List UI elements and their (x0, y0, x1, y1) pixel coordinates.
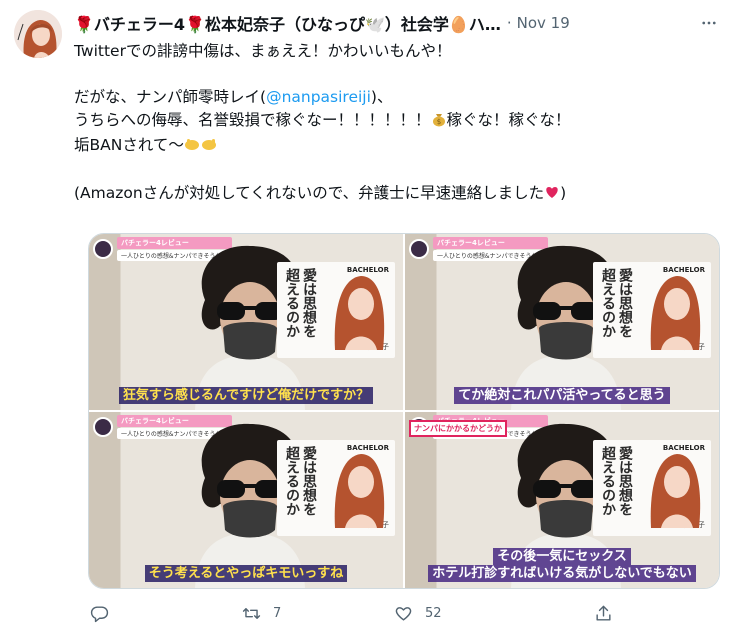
subtitle-text-3: そう考えるとやっぱキモいっすね (144, 565, 348, 582)
panel-title: 愛は思想を超えるのか (600, 268, 633, 338)
retweet-count: 7 (273, 605, 282, 621)
tweet-line-3b: 稼ぐな！稼ぐな！ (446, 111, 571, 129)
panel-title: 愛は思想を超えるのか (284, 446, 317, 516)
tweet-line-3a: うちらへの侮辱、名誉毀損で稼ぐなー！！！！！！ (74, 111, 431, 129)
reply-icon (90, 605, 109, 622)
tweet-line-1: Twitterでの誹謗中傷は、まぁええ！かわいいもんや！ (74, 42, 452, 60)
tweet-line-4: 垢BANされて〜 (74, 136, 184, 154)
tweet-header: 🌹バチェラー4🌹松本妃奈子（ひなっぴ🕊️）社会学🥚ハ… · Nov 19 (74, 10, 724, 36)
woman-photo (650, 454, 701, 528)
tweet-date[interactable]: Nov 19 (517, 14, 570, 32)
tweet-line-2a: だがな、ナンパ師零時レイ( (74, 88, 267, 106)
action-bar: 7 52 (74, 600, 674, 626)
tweet-line-5-end: ) (560, 184, 567, 202)
svg-text:$: $ (436, 118, 440, 126)
woman-photo (334, 276, 385, 350)
mention-link[interactable]: @nanpasireiji (266, 88, 371, 106)
like-button[interactable]: 52 (394, 604, 544, 623)
display-name[interactable]: 🌹バチェラー4🌹松本妃奈子（ひなっぴ🕊️）社会学🥚ハ… (74, 11, 501, 35)
subtitle-4: その後一気にセックス ホテル打診すればいける気がしないでもない (405, 548, 719, 582)
media-grid[interactable]: バチェラー4レビュー 一人ひとりの感想&ナンパできそうか？ 愛は思想を超えるのか … (88, 233, 720, 589)
channel-logo (93, 417, 113, 437)
avatar[interactable] (14, 10, 62, 58)
media-image-4[interactable]: バチェラー4レビュー一人ひとりの感想&ナンパできそうか？ 愛は思想を超えるのか … (405, 412, 719, 588)
panel-title: 愛は思想を超えるのか (284, 268, 317, 338)
heart-icon (395, 606, 412, 621)
subtitle-3: そう考えるとやっぱキモいっすね (89, 565, 403, 582)
channel-logo (409, 239, 429, 259)
media-image-3[interactable]: バチェラー4レビュー 一人ひとりの感想&ナンパできそうか？ 愛は思想を超えるのか … (89, 412, 403, 588)
hands-emoji (184, 136, 218, 159)
subtitle-2: てか絶対これパパ活やってると思う (405, 387, 719, 404)
subtitle-text-1: 狂気すら感じるんですけど俺だけですか？ (118, 387, 374, 404)
share-icon (596, 605, 611, 621)
nanpa-tag: ナンパにかかるかどうか (409, 420, 507, 437)
reply-button[interactable] (90, 604, 240, 623)
red-heart-emoji (544, 184, 560, 207)
retweet-button[interactable]: 7 (242, 604, 392, 623)
tweet-text: Twitterでの誹謗中傷は、まぁええ！かわいいもんや！ だがな、ナンパ師零時レ… (74, 40, 720, 207)
channel-logo (93, 239, 113, 259)
woman-photo (334, 454, 385, 528)
retweet-icon (242, 607, 261, 619)
separator: · (506, 14, 512, 32)
tweet-line-5: (Amazonさんが対処してくれないので、弁護士に早速連絡しました (74, 184, 545, 202)
panel-title: 愛は思想を超えるのか (600, 446, 633, 516)
like-count: 52 (425, 605, 442, 621)
more-icon[interactable] (698, 12, 720, 34)
money-bag-emoji: $ (431, 111, 447, 134)
tweet-line-2b: )、 (370, 88, 393, 106)
subtitle-text-4: その後一気にセックス ホテル打診すればいける気がしないでもない (428, 548, 696, 582)
share-button[interactable] (594, 604, 733, 623)
subtitle-text-2: てか絶対これパパ活やってると思う (454, 387, 670, 404)
woman-photo (650, 276, 701, 350)
subtitle-1: 狂気すら感じるんですけど俺だけですか？ (89, 387, 403, 404)
media-image-2[interactable]: バチェラー4レビュー 一人ひとりの感想&ナンパできそうか？ 愛は思想を超えるのか … (405, 234, 719, 410)
media-image-1[interactable]: バチェラー4レビュー 一人ひとりの感想&ナンパできそうか？ 愛は思想を超えるのか … (89, 234, 403, 410)
